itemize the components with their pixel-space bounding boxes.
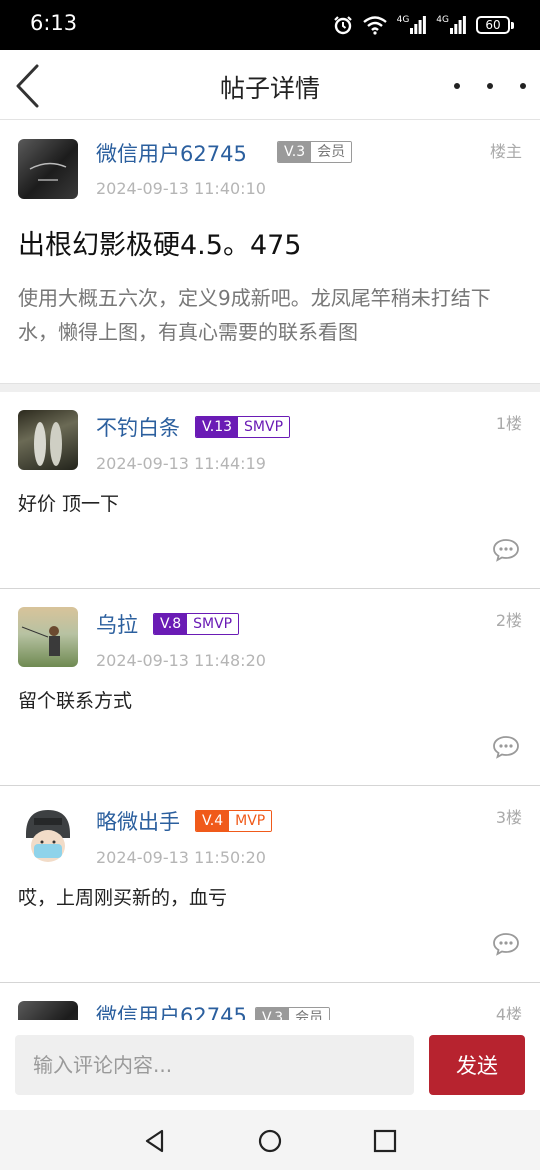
- post-time: 2024-09-13 11:40:10: [96, 179, 266, 198]
- send-button[interactable]: 发送: [429, 1035, 525, 1095]
- signal-2: 4G: [436, 16, 466, 34]
- comment-time: 2024-09-13 11:44:19: [96, 454, 266, 473]
- signal-icon: [450, 16, 466, 34]
- author-name[interactable]: 乌拉: [96, 609, 138, 639]
- signal-1: 4G: [397, 16, 427, 34]
- level-badge: V.8 SMVP: [153, 613, 240, 635]
- role-label: 会员: [289, 1008, 330, 1020]
- comment-time: 2024-09-13 11:50:20: [96, 848, 266, 867]
- avatar-image: [29, 162, 67, 181]
- level-badge: V.3 会员: [255, 1007, 331, 1020]
- post-body: 使用大概五六次，定义9成新吧。龙凤尾竿稍未打结下水，懒得上图，有真心需要的联系看…: [18, 286, 491, 344]
- comment-input[interactable]: [15, 1035, 414, 1095]
- avatar[interactable]: [18, 410, 78, 470]
- level-label: V.3: [256, 1008, 290, 1020]
- signal-icon: [410, 16, 427, 34]
- author-name[interactable]: 不钓白条: [96, 412, 180, 442]
- back-triangle-icon[interactable]: [140, 1126, 170, 1156]
- floor-label: 楼主: [489, 142, 522, 161]
- level-label: V.8: [154, 614, 188, 634]
- top-nav-bar: 帖子详情: [0, 50, 540, 120]
- status-bar: 6:13 4G 4G 60: [0, 0, 540, 50]
- section-divider: [0, 383, 540, 392]
- status-time: 6:13: [30, 11, 78, 35]
- level-label: V.4: [196, 811, 230, 831]
- more-dots-icon: [454, 83, 460, 89]
- floor-label: 4楼: [495, 1005, 522, 1020]
- avatar[interactable]: [18, 139, 78, 199]
- comment-item: 略微出手 V.4 MVP 3楼 2024-09-13 11:50:20 哎，上周…: [0, 786, 540, 983]
- avatar-image: [34, 422, 62, 466]
- role-label: SMVP: [238, 417, 290, 437]
- home-circle-icon[interactable]: [255, 1126, 285, 1156]
- original-post: 微信用户62745 V.3 会员 楼主 2024-09-13 11:40:10 …: [0, 121, 540, 383]
- floor-label: 3楼: [495, 808, 522, 827]
- reply-bubble-icon[interactable]: [492, 538, 520, 562]
- system-nav-bar: [0, 1110, 540, 1170]
- alarm-icon: [333, 16, 352, 35]
- role-label: SMVP: [187, 614, 239, 634]
- comment-text: 留个联系方式: [18, 690, 133, 712]
- reply-bubble-icon[interactable]: [492, 735, 520, 759]
- author-name[interactable]: 微信用户62745: [96, 138, 247, 168]
- avatar-image: [26, 810, 70, 862]
- author-name[interactable]: 略微出手: [96, 806, 180, 836]
- avatar[interactable]: [18, 804, 78, 864]
- more-dot: [487, 83, 493, 89]
- network-type-2: 4G: [436, 15, 449, 25]
- comment-time: 2024-09-13 11:48:20: [96, 651, 266, 670]
- comment-item: 乌拉 V.8 SMVP 2楼 2024-09-13 11:48:20 留个联系方…: [0, 589, 540, 786]
- avatar[interactable]: [18, 607, 78, 667]
- comment-input-bar: 发送: [0, 1020, 540, 1110]
- comment-list: 不钓白条 V.13 SMVP 1楼 2024-09-13 11:44:19 好价…: [0, 392, 540, 1020]
- floor-label: 2楼: [495, 611, 522, 630]
- status-icons: 4G 4G 60: [333, 13, 514, 37]
- battery-icon: 60: [476, 16, 514, 34]
- role-label: MVP: [229, 811, 272, 831]
- recents-square-icon[interactable]: [370, 1126, 400, 1156]
- avatar-image: [21, 626, 60, 656]
- author-name[interactable]: 微信用户62745: [96, 1000, 247, 1020]
- more-options-button[interactable]: [454, 72, 526, 100]
- level-label: V.13: [196, 417, 239, 437]
- more-dot: [520, 83, 526, 89]
- comment-text: 哎，上周刚买新的，血亏: [18, 887, 228, 909]
- network-type-1: 4G: [396, 15, 410, 25]
- comment-text: 好价 顶一下: [18, 493, 120, 515]
- level-badge: V.4 MVP: [195, 810, 273, 832]
- floor-label: 1楼: [495, 414, 522, 433]
- avatar[interactable]: [18, 1001, 78, 1020]
- role-label: 会员: [311, 142, 352, 162]
- post-title: 出根幻影极硬4.5。475: [18, 230, 302, 261]
- reply-bubble-icon[interactable]: [492, 932, 520, 956]
- wifi-icon: [362, 16, 387, 35]
- level-badge: V.13 SMVP: [195, 416, 291, 438]
- level-badge: V.3 会员: [277, 141, 353, 163]
- comment-item: 微信用户62745 V.3 会员 4楼: [0, 983, 540, 1020]
- level-label: V.3: [278, 142, 312, 162]
- comment-item: 不钓白条 V.13 SMVP 1楼 2024-09-13 11:44:19 好价…: [0, 392, 540, 589]
